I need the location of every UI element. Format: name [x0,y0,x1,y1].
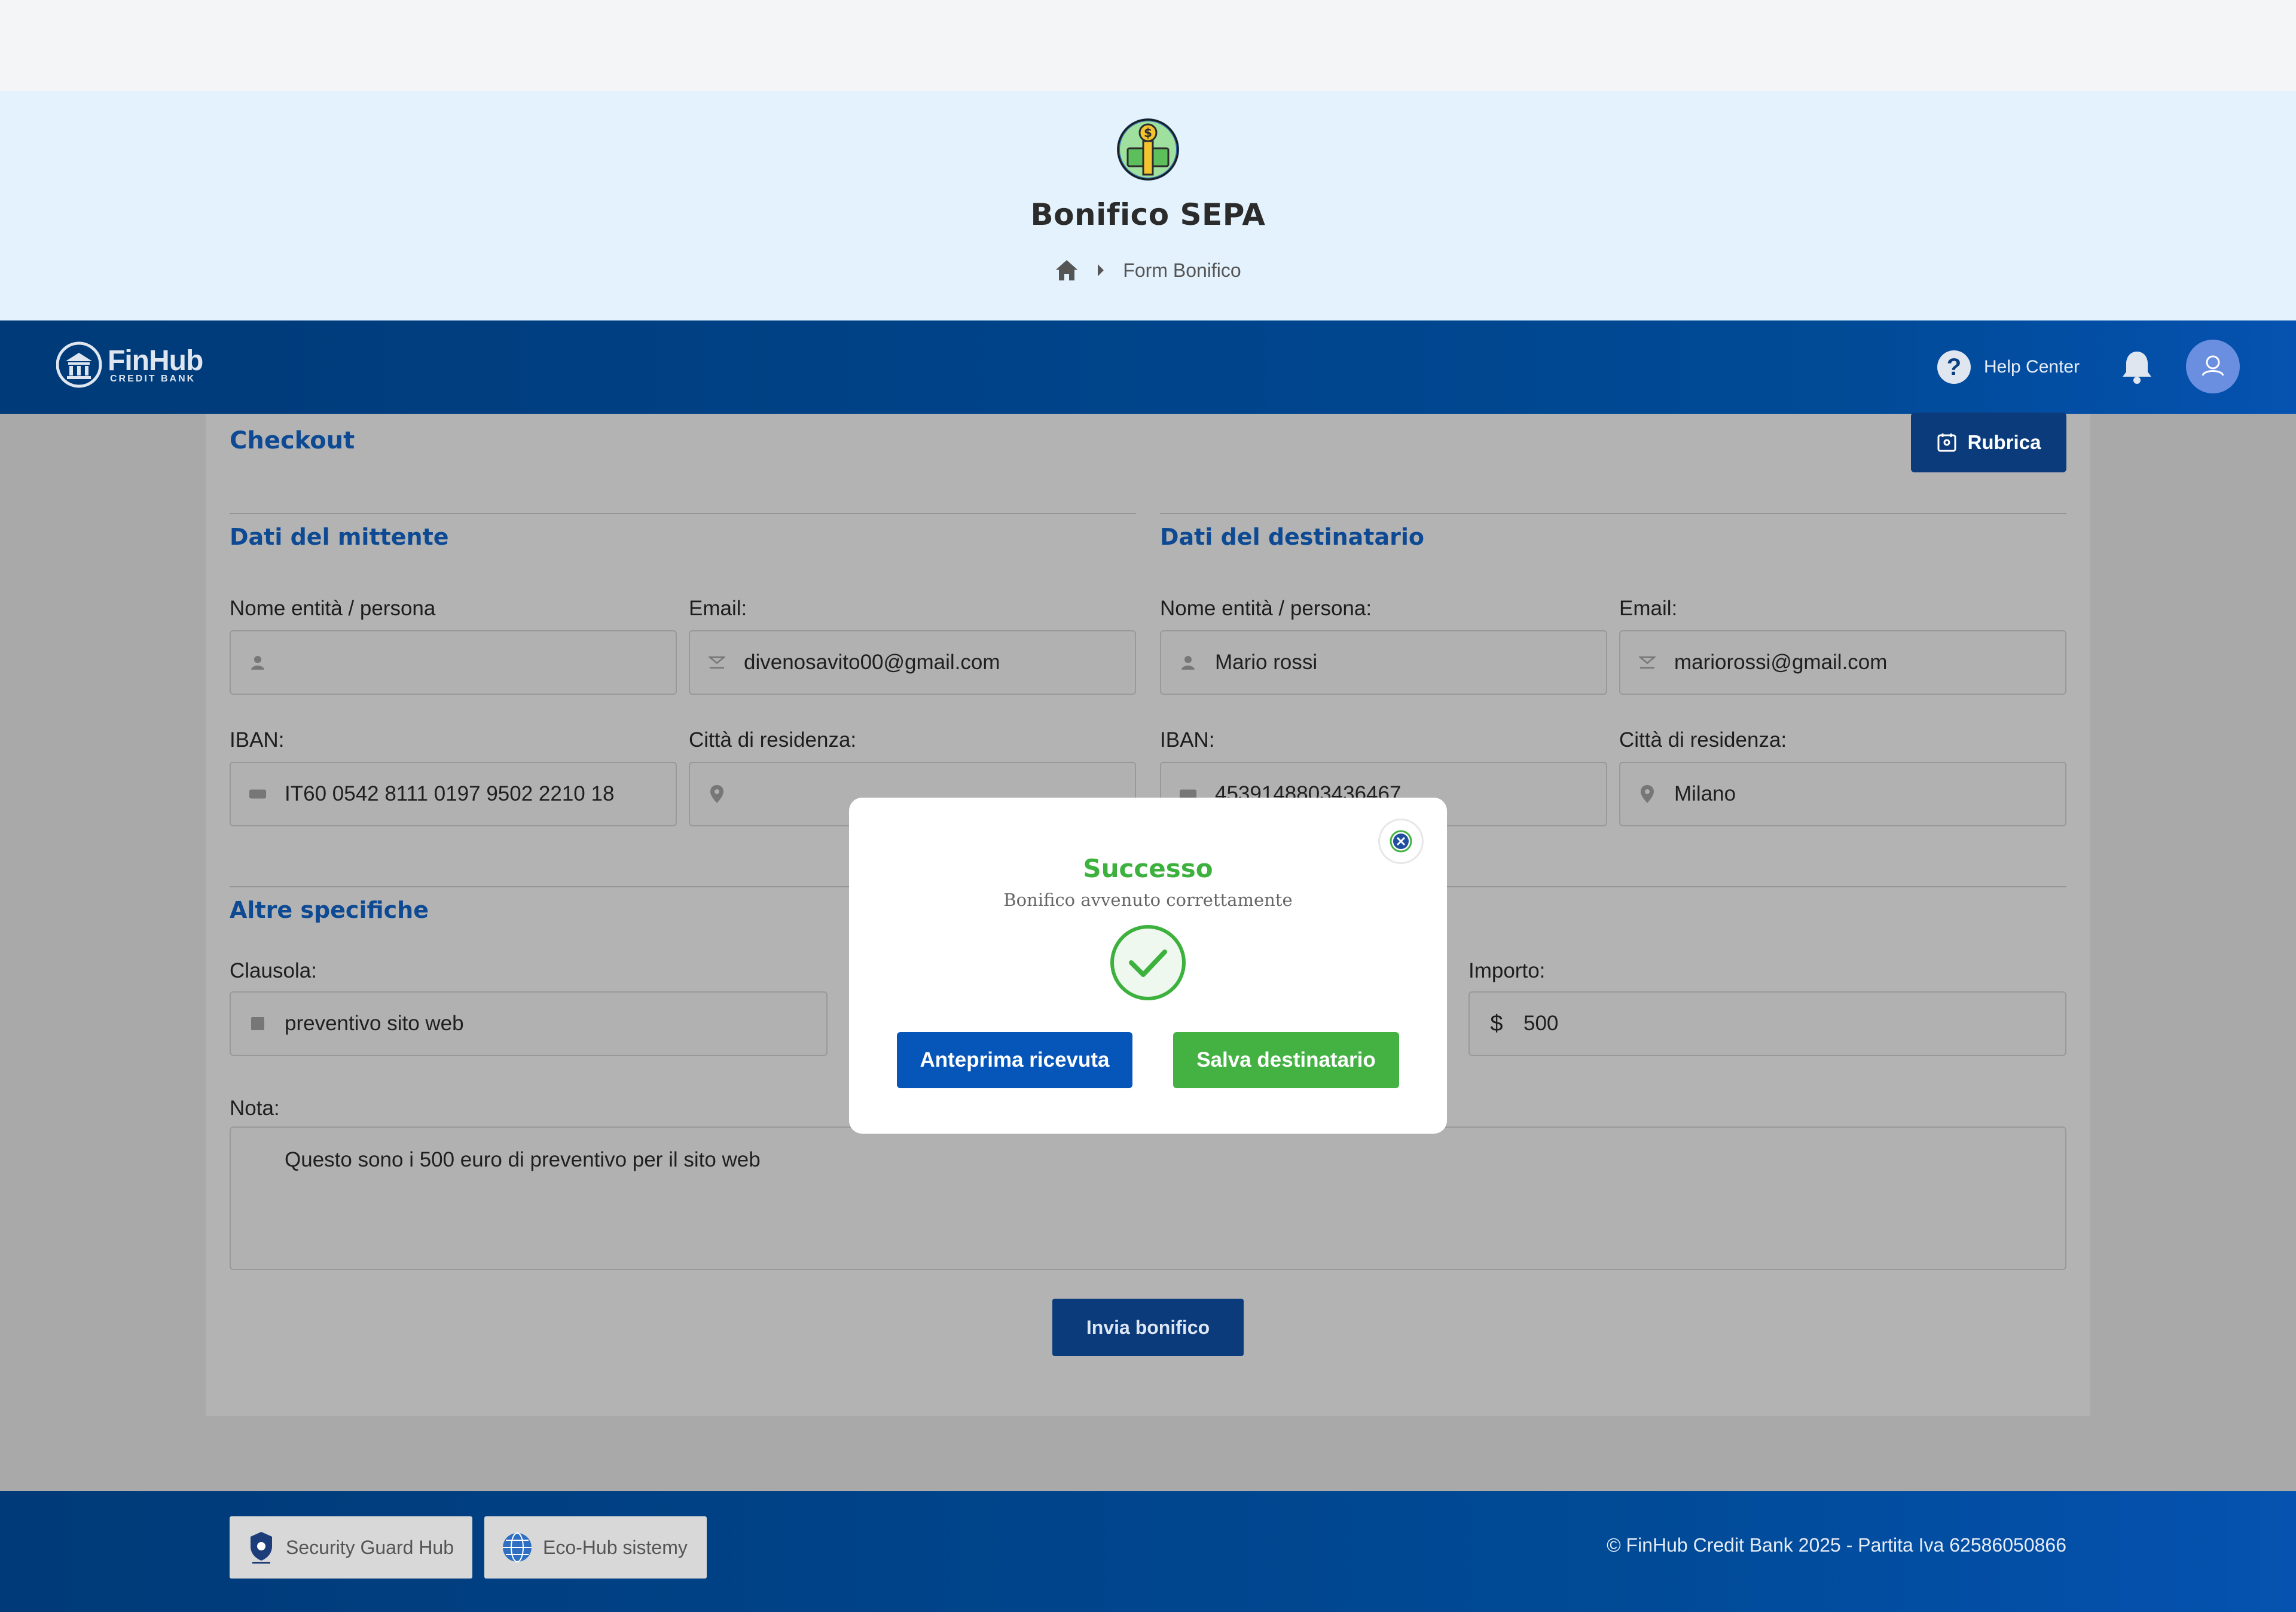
envelope-icon [708,654,726,671]
sender-section-title: Dati del mittente [230,524,449,550]
shield-icon [251,1532,272,1564]
recipient-section-title: Dati del destinatario [1160,524,1424,550]
recipient-divider [1160,513,2066,514]
sender-iban-label: IBAN: [230,728,285,752]
save-recipient-button[interactable]: Salva destinatario [1173,1032,1399,1088]
recipient-city-value: Milano [1674,782,1736,805]
close-icon [1390,830,1412,853]
rubrica-button[interactable]: Rubrica [1911,413,2066,472]
dollar-icon: $ [1490,1010,1503,1036]
sender-email-value: divenosavito00@gmail.com [744,651,1000,674]
home-icon[interactable] [1055,259,1079,282]
tag-icon [249,1015,267,1033]
amount-value: 500 [1523,1012,1559,1035]
breadcrumb: Form Bonifico [0,252,2296,288]
send-transfer-button[interactable]: Invia bonifico [1052,1299,1244,1356]
brand-name: FinHub [108,345,203,377]
address-book-icon [1937,433,1956,452]
security-guard-hub-badge[interactable]: Security Guard Hub [230,1516,472,1579]
help-center-label: Help Center [1984,357,2080,377]
sender-email-input[interactable]: divenosavito00@gmail.com [689,630,1136,695]
copyright-text: © FinHub Credit Bank 2025 - Partita Iva … [1607,1534,2066,1556]
clause-label: Clausola: [230,959,317,982]
amount-label: Importo: [1468,959,1546,982]
modal-subtitle: Bonifico avvenuto correttamente [1003,890,1293,910]
check-circle-icon [1110,925,1186,1000]
amount-input[interactable]: $ 500 [1468,991,2066,1056]
sender-divider [230,513,1136,514]
sender-email-label: Email: [689,597,747,620]
sender-name-input[interactable] [230,630,677,695]
recipient-city-input[interactable]: Milano [1619,762,2066,826]
recipient-name-label: Nome entità / persona: [1160,597,1372,620]
breadcrumb-current: Form Bonifico [1123,259,1241,281]
person-icon [1179,654,1197,671]
envelope-icon [1638,654,1656,671]
other-section-title: Altre specifiche [230,897,429,923]
note-textarea[interactable]: Questo sono i 500 euro di preventivo per… [230,1126,2066,1270]
preview-receipt-button[interactable]: Anteprima ricevuta [897,1032,1132,1088]
person-icon [249,654,267,671]
user-icon [2202,355,2224,376]
money-transfer-icon: $ [1117,118,1179,181]
sender-iban-input[interactable]: IT60 0542 8111 0197 9502 2210 18 [230,762,677,826]
help-center-link[interactable]: ? Help Center [1937,348,2080,386]
security-guard-hub-label: Security Guard Hub [286,1536,454,1558]
note-label: Nota: [230,1097,280,1120]
modal-title: Successo [1083,854,1213,883]
recipient-iban-label: IBAN: [1160,728,1215,752]
checkout-title: Checkout [230,427,355,454]
bell-icon[interactable] [2117,347,2157,387]
help-icon: ? [1937,350,1971,384]
location-pin-icon [1638,785,1656,803]
svg-text:$: $ [1144,126,1152,140]
brand-subtitle: CREDIT BANK [110,374,196,384]
card-icon [249,785,267,803]
top-strip [0,0,2296,91]
recipient-email-value: mariorossi@gmail.com [1674,651,1888,674]
eco-hub-badge[interactable]: Eco-Hub sistemy [484,1516,707,1579]
note-value: Questo sono i 500 euro di preventivo per… [285,1148,761,1171]
recipient-name-value: Mario rossi [1215,651,1318,674]
page-title: Bonifico SEPA [1030,197,1266,232]
recipient-name-input[interactable]: Mario rossi [1160,630,1607,695]
location-pin-icon [708,785,726,803]
rubrica-label: Rubrica [1967,431,2041,453]
recipient-email-input[interactable]: mariorossi@gmail.com [1619,630,2066,695]
user-avatar[interactable] [2186,340,2240,393]
recipient-city-label: Città di residenza: [1619,728,1787,752]
recipient-email-label: Email: [1619,597,1678,620]
sender-iban-value: IT60 0542 8111 0197 9502 2210 18 [285,782,615,805]
sender-name-label: Nome entità / persona [230,597,436,620]
sender-city-label: Città di residenza: [689,728,857,752]
eco-hub-label: Eco-Hub sistemy [543,1536,688,1558]
chevron-right-icon [1098,264,1104,276]
clause-input[interactable]: preventivo sito web [230,991,828,1056]
globe-icon [503,1532,532,1562]
clause-value: preventivo sito web [285,1012,464,1035]
